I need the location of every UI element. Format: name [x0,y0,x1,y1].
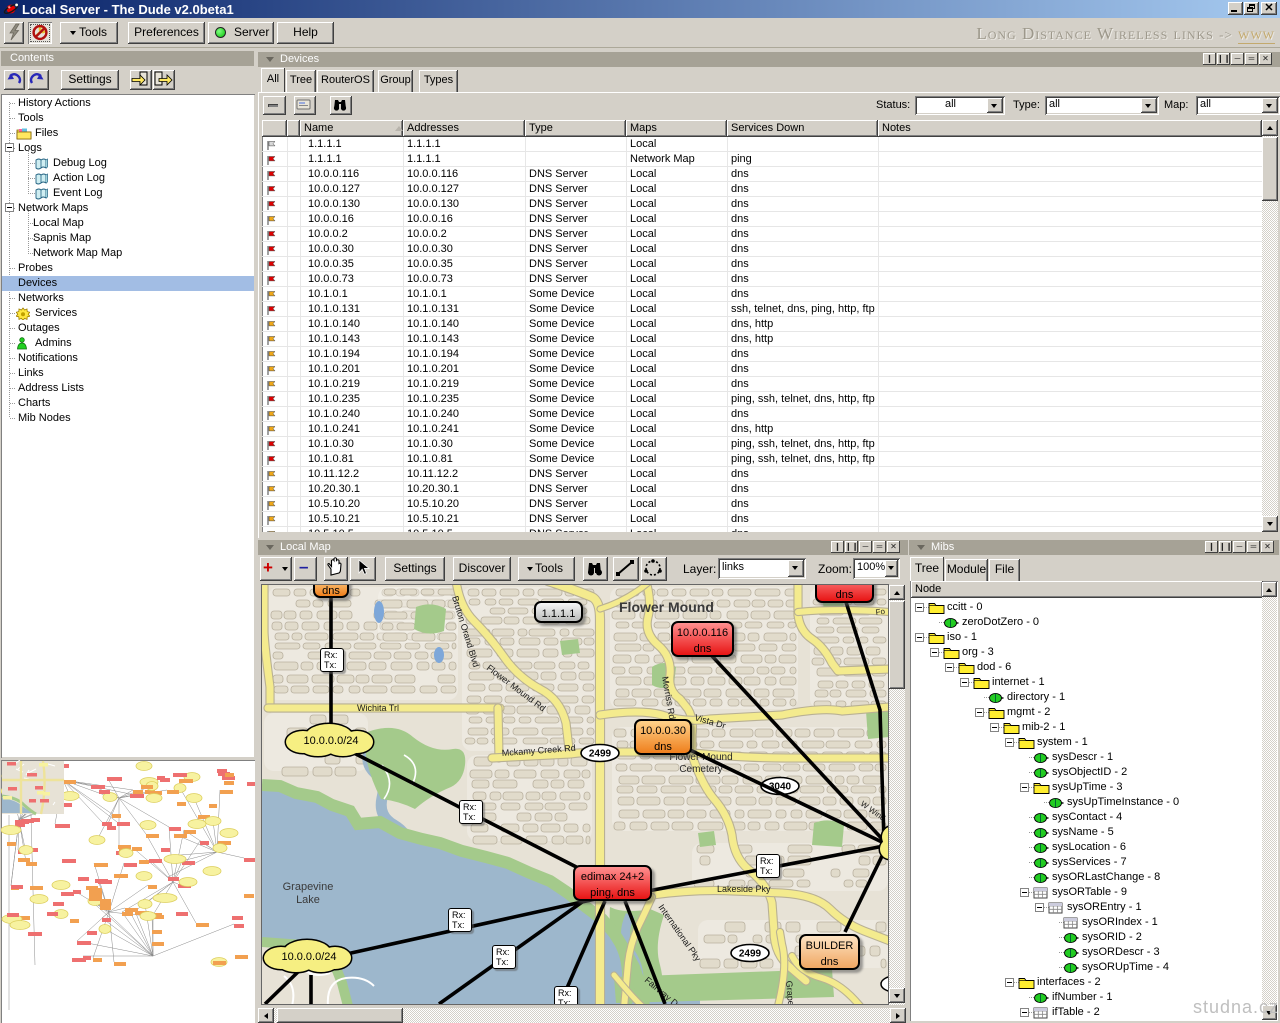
svg-text:10.0.0.0/24: 10.0.0.0/24 [303,735,358,747]
svg-text:10.0.0.0/24: 10.0.0.0/24 [281,951,336,963]
